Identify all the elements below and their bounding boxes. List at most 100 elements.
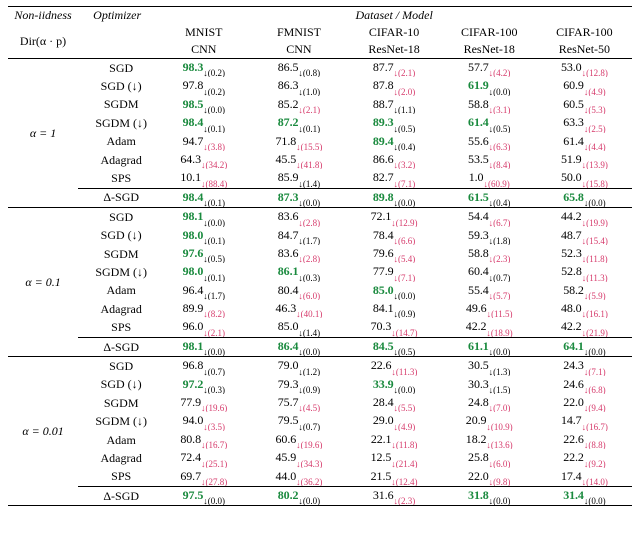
cell-value: 86.4 <box>278 339 299 353</box>
cell-sub: ↓(2.8) <box>298 254 320 263</box>
table-row: SPS69.7↓(27.8)44.0↓(36.2)21.5↓(12.4)22.0… <box>8 468 632 487</box>
result-cell: 61.4↓(0.5) <box>442 114 537 132</box>
cell-sub: ↓(0.0) <box>489 496 511 506</box>
cell-value: 79.6 <box>373 246 394 260</box>
result-cell: 53.5↓(8.4) <box>442 151 537 169</box>
cell-value: 98.5 <box>183 97 204 111</box>
cell-value: 22.2 <box>563 450 584 464</box>
cell-sub: ↓(1.3) <box>489 367 511 376</box>
result-cell: 22.6↓(8.8) <box>537 431 632 449</box>
optimizer-name: SGDM (↓) <box>78 263 156 281</box>
cell-sub: ↓(0.1) <box>203 198 225 208</box>
cell-sub: ↓(0.0) <box>203 105 225 114</box>
result-cell: 80.4↓(6.0) <box>251 282 346 300</box>
cell-value: 31.4 <box>563 488 584 502</box>
result-cell: 84.7↓(1.7) <box>251 227 346 245</box>
result-cell: 64.1↓(0.0) <box>537 337 632 356</box>
cell-sub: ↓(12.4) <box>391 477 417 487</box>
cell-sub: ↓(19.6) <box>201 403 227 412</box>
cell-sub: ↓(2.1) <box>298 105 320 114</box>
result-cell: 31.6↓(2.3) <box>347 486 442 505</box>
col-header-bot: CNN <box>156 41 251 59</box>
cell-value: 48.0 <box>561 301 582 315</box>
table-row: α = 0.01SGD96.8↓(0.7)79.0↓(1.2)22.6↓(11.… <box>8 357 632 376</box>
cell-value: 84.7 <box>278 228 299 242</box>
table-row: SGDM98.5↓(0.0)85.2↓(2.1)88.7↓(1.1)58.8↓(… <box>8 96 632 114</box>
cell-sub: ↓(0.5) <box>394 347 416 357</box>
result-cell: 97.6↓(0.5) <box>156 245 251 263</box>
cell-value: 94.0 <box>183 413 204 427</box>
result-cell: 60.6↓(19.6) <box>251 431 346 449</box>
col-header-bot: ResNet-50 <box>537 41 632 59</box>
optimizer-name: Δ-SGD <box>78 337 156 356</box>
cell-value: 87.7 <box>373 60 394 74</box>
result-cell: 30.5↓(1.3) <box>442 357 537 376</box>
cell-sub: ↓(3.1) <box>489 105 511 114</box>
cell-value: 96.0 <box>183 319 204 333</box>
cell-value: 17.4 <box>561 469 582 483</box>
result-cell: 97.2↓(0.3) <box>156 376 251 394</box>
result-cell: 57.7↓(4.2) <box>442 59 537 78</box>
result-cell: 79.6↓(5.4) <box>347 245 442 263</box>
cell-value: 14.7 <box>561 413 582 427</box>
cell-sub: ↓(5.3) <box>584 105 606 114</box>
cell-value: 44.2 <box>561 209 582 223</box>
cell-value: 96.8 <box>183 358 204 372</box>
cell-value: 61.4 <box>563 134 584 148</box>
cell-value: 45.9 <box>276 450 297 464</box>
cell-sub: ↓(0.0) <box>584 198 606 208</box>
result-cell: 51.9↓(13.9) <box>537 151 632 169</box>
cell-sub: ↓(7.0) <box>489 403 511 412</box>
cell-sub: ↓(3.8) <box>203 142 225 151</box>
cell-sub: ↓(11.3) <box>391 367 417 376</box>
optimizer-name: Adagrad <box>78 300 156 318</box>
cell-value: 87.2 <box>278 115 299 129</box>
cell-sub: ↓(2.8) <box>298 218 320 227</box>
table-row: Adam96.4↓(1.7)80.4↓(6.0)85.0↓(0.0)55.4↓(… <box>8 282 632 300</box>
cell-value: 72.1 <box>371 209 392 223</box>
cell-sub: ↓(3.2) <box>394 160 416 169</box>
result-cell: 21.5↓(12.4) <box>347 468 442 487</box>
cell-sub: ↓(25.1) <box>201 459 227 468</box>
cell-value: 97.8 <box>183 78 204 92</box>
cell-value: 89.9 <box>183 301 204 315</box>
optimizer-name: Δ-SGD <box>78 486 156 505</box>
result-cell: 22.0↓(9.4) <box>537 394 632 412</box>
col-header-top: CIFAR-10 <box>347 24 442 41</box>
result-cell: 55.6↓(6.3) <box>442 133 537 151</box>
cell-sub: ↓(0.0) <box>394 291 416 300</box>
result-cell: 83.6↓(2.8) <box>251 208 346 227</box>
cell-value: 61.9 <box>468 78 489 92</box>
result-cell: 89.9↓(8.2) <box>156 300 251 318</box>
cell-value: 75.7 <box>278 395 299 409</box>
cell-value: 20.9 <box>466 413 487 427</box>
cell-value: 58.8 <box>468 97 489 111</box>
cell-value: 97.5 <box>183 488 204 502</box>
cell-sub: ↓(14.7) <box>391 328 417 338</box>
cell-value: 33.9 <box>373 377 394 391</box>
table-row: Adam80.8↓(16.7)60.6↓(19.6)22.1↓(11.8)18.… <box>8 431 632 449</box>
result-cell: 52.3↓(11.8) <box>537 245 632 263</box>
cell-value: 54.4 <box>468 209 489 223</box>
cell-value: 44.0 <box>276 469 297 483</box>
cell-value: 98.4 <box>183 115 204 129</box>
cell-value: 63.3 <box>563 115 584 129</box>
cell-sub: ↓(2.5) <box>584 124 606 133</box>
cell-sub: ↓(15.8) <box>582 179 608 189</box>
cell-value: 84.1 <box>373 301 394 315</box>
cell-value: 79.5 <box>278 413 299 427</box>
cell-sub: ↓(0.5) <box>203 254 225 263</box>
optimizer-name: SGD <box>78 357 156 376</box>
result-cell: 72.4↓(25.1) <box>156 449 251 467</box>
cell-value: 98.3 <box>183 60 204 74</box>
result-cell: 96.0↓(2.1) <box>156 318 251 337</box>
cell-value: 94.7 <box>183 134 204 148</box>
cell-value: 97.6 <box>183 246 204 260</box>
col-header-top: CIFAR-100 <box>537 24 632 41</box>
cell-sub: ↓(6.8) <box>584 385 606 394</box>
cell-sub: ↓(0.9) <box>298 385 320 394</box>
cell-sub: ↓(12.8) <box>582 68 608 77</box>
cell-sub: ↓(18.9) <box>486 328 512 338</box>
cell-value: 55.4 <box>468 283 489 297</box>
table-row: α = 0.1SGD98.1↓(0.0)83.6↓(2.8)72.1↓(12.9… <box>8 208 632 227</box>
